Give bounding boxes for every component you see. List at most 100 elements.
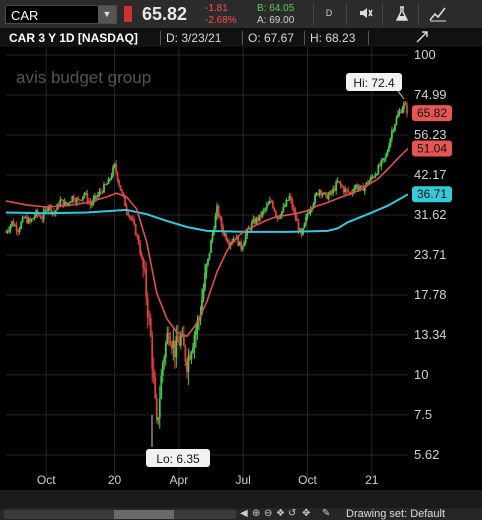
candle-body bbox=[163, 357, 166, 363]
candle-body bbox=[179, 335, 182, 346]
moving-average-cyan bbox=[5, 193, 409, 233]
candle-body bbox=[211, 233, 214, 241]
candle-body bbox=[305, 216, 307, 224]
x-tick-label: Apr bbox=[170, 473, 189, 487]
candle-body bbox=[395, 117, 398, 125]
zoom-in-icon[interactable]: ⊕ bbox=[252, 508, 260, 519]
candle-body bbox=[133, 219, 136, 225]
nav-icon[interactable]: ❖ bbox=[276, 508, 285, 519]
candle-body bbox=[12, 221, 15, 226]
candle-body bbox=[116, 172, 119, 181]
candle-body bbox=[339, 182, 342, 186]
x-tick-label: 21 bbox=[365, 473, 379, 487]
draw-icon[interactable] bbox=[428, 6, 448, 25]
candle-body bbox=[128, 215, 131, 217]
candle-body bbox=[151, 336, 154, 370]
candle-body bbox=[134, 224, 137, 236]
candle-body bbox=[86, 193, 89, 202]
candle-body bbox=[155, 398, 158, 421]
candle-body bbox=[380, 160, 383, 167]
candle-body bbox=[139, 243, 142, 254]
scroll-thumb[interactable] bbox=[114, 510, 174, 519]
candle-body bbox=[160, 375, 163, 399]
candle-body bbox=[77, 198, 80, 200]
candle-body bbox=[137, 235, 140, 244]
separator bbox=[346, 3, 347, 26]
time-scrollbar[interactable] bbox=[4, 510, 236, 519]
price-chart[interactable]: avis budget group 100 74.99 56.23 42.17 31.6… bbox=[0, 47, 482, 490]
candle-body bbox=[184, 346, 187, 362]
candle-body bbox=[81, 196, 84, 200]
candle-body bbox=[72, 196, 75, 201]
candle-body bbox=[110, 175, 113, 179]
speaker-icon[interactable] bbox=[356, 6, 376, 23]
candle-body bbox=[388, 146, 390, 152]
d-button[interactable]: D bbox=[319, 8, 339, 18]
separator bbox=[368, 31, 369, 45]
candle-body bbox=[112, 167, 114, 176]
candle-body bbox=[164, 343, 167, 358]
candle-body bbox=[338, 181, 341, 183]
candle-body bbox=[208, 252, 211, 259]
chart-svg[interactable]: avis budget group 100 74.99 56.23 42.17 31.6… bbox=[0, 47, 482, 490]
flag-icon[interactable] bbox=[124, 6, 132, 22]
zoom-out-icon[interactable]: ⊖ bbox=[264, 508, 272, 519]
candle-body bbox=[154, 377, 157, 399]
x-tick-label: Oct bbox=[298, 473, 317, 487]
candle-body bbox=[205, 264, 208, 273]
price-tag-text: 51.04 bbox=[417, 141, 447, 155]
candle-body bbox=[127, 211, 130, 216]
separator bbox=[304, 31, 305, 45]
candle-body bbox=[140, 253, 143, 259]
candle-body bbox=[152, 369, 155, 378]
last-price: 65.82 bbox=[142, 4, 188, 24]
candle-body bbox=[146, 297, 149, 318]
candle-body bbox=[383, 158, 386, 160]
scroll-left-icon[interactable]: ◀ bbox=[240, 508, 248, 519]
candle-body bbox=[320, 190, 322, 195]
symbol-input[interactable]: CAR ▼ bbox=[5, 5, 117, 24]
candle-body bbox=[202, 288, 205, 300]
candle-body bbox=[267, 203, 270, 206]
bid-price: B: 64.05 bbox=[257, 3, 295, 14]
candle-body bbox=[220, 217, 223, 227]
expand-icon[interactable] bbox=[415, 30, 429, 47]
candle-body bbox=[294, 210, 297, 219]
candle-body bbox=[303, 223, 306, 229]
candle-body bbox=[169, 339, 172, 346]
candle-body bbox=[347, 189, 350, 193]
candle-body bbox=[38, 214, 41, 216]
candle-body bbox=[389, 138, 392, 147]
candle-body bbox=[158, 398, 161, 418]
candle-body bbox=[204, 272, 206, 289]
separator bbox=[418, 3, 419, 26]
candle-body bbox=[214, 215, 217, 230]
candle-body bbox=[106, 183, 108, 185]
grid-lines bbox=[6, 47, 408, 479]
refresh-icon[interactable]: ↺ bbox=[288, 508, 296, 519]
separator bbox=[313, 3, 314, 26]
candle-body bbox=[243, 242, 246, 247]
candle-body bbox=[69, 201, 72, 203]
candle-body bbox=[210, 240, 212, 253]
candle-body bbox=[30, 218, 33, 222]
candle-body bbox=[190, 352, 193, 360]
expand-arrows-icon[interactable]: ✥ bbox=[302, 508, 310, 519]
high-label: Hi: 72.4 bbox=[353, 76, 395, 90]
candle-body bbox=[264, 208, 267, 210]
pencil-icon[interactable]: ✎ bbox=[322, 508, 330, 519]
flask-icon[interactable] bbox=[392, 6, 412, 25]
separator bbox=[242, 31, 243, 45]
candle-body bbox=[68, 202, 71, 204]
candle-body bbox=[290, 196, 292, 201]
price-tag-text: 36.71 bbox=[417, 187, 447, 201]
candle-body bbox=[217, 205, 220, 217]
candle-body bbox=[157, 417, 160, 421]
candle-body bbox=[391, 130, 393, 139]
candle-body bbox=[9, 225, 12, 231]
candle-body bbox=[195, 329, 197, 336]
drawing-set-label: Drawing set: Default bbox=[346, 508, 446, 520]
candle-body bbox=[193, 335, 196, 348]
dropdown-icon[interactable]: ▼ bbox=[98, 6, 116, 23]
candle-body bbox=[335, 182, 338, 191]
